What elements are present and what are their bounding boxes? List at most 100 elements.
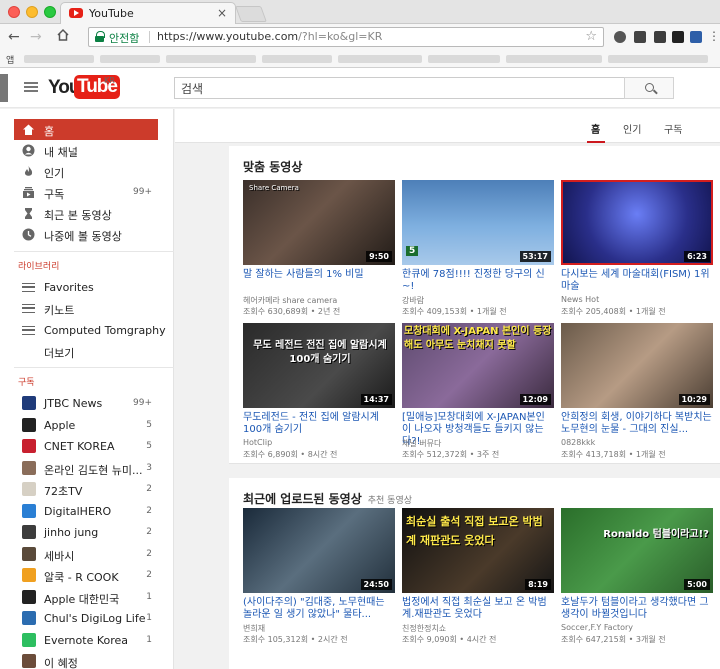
guide-subscription-item[interactable]: JTBC News 99+ — [14, 393, 158, 414]
search-button[interactable] — [624, 77, 674, 99]
video-title[interactable]: 무도레전드 - 전진 집에 알람시계 100개 숨기기 — [243, 412, 395, 436]
guide-subscription-item[interactable]: 이 혜정 — [14, 651, 158, 669]
zoom-window-button[interactable] — [44, 6, 56, 18]
new-tab-button[interactable] — [235, 6, 267, 22]
guide-item-history[interactable]: 최근 본 동영상 — [14, 203, 158, 224]
video-card[interactable]: Share Camera 9:50 말 잘하는 사람들의 1% 비밀헤어카메라 sh… — [243, 180, 395, 316]
video-title[interactable]: 말 잘하는 사람들의 1% 비밀 — [243, 269, 395, 281]
video-channel[interactable]: News Hot — [561, 295, 599, 304]
guide-subscription-item[interactable]: Apple 5 — [14, 415, 158, 436]
guide-subscription-item[interactable]: CNET KOREA 5 — [14, 436, 158, 457]
bookmark-item[interactable] — [608, 55, 708, 63]
guide-subscription-item[interactable]: Apple 대한민국 1 — [14, 587, 158, 608]
tab-close-icon[interactable]: × — [217, 6, 227, 20]
guide-subscription-item[interactable]: Evernote Korea 1 — [14, 630, 158, 651]
bookmark-item[interactable] — [506, 55, 602, 63]
video-card[interactable]: 6:23 다시보는 세계 마술대회(FISM) 1위 마술 News Hot 조회수 … — [561, 180, 713, 316]
bookmark-star-icon[interactable]: ☆ — [585, 29, 597, 44]
bookmark-item[interactable] — [262, 55, 332, 63]
video-card[interactable]: 모창대회에 X-JAPAN 본인이 등장해도 아무도 눈치채지 못할 12:09[… — [402, 323, 554, 459]
video-title[interactable]: 다시보는 세계 마술대회(FISM) 1위 마술 — [561, 269, 713, 293]
guide-separator — [14, 251, 174, 252]
subscriptions-heading[interactable]: 구독 — [18, 375, 35, 388]
home-browser-icon[interactable] — [56, 28, 70, 46]
bookmark-item[interactable] — [24, 55, 94, 63]
guide-subscription-item[interactable]: DigitalHERO 2 — [14, 501, 158, 522]
bookmark-item[interactable] — [338, 55, 422, 63]
video-thumbnail[interactable]: Share Camera 9:50 — [243, 180, 395, 265]
video-channel[interactable]: HotClip — [243, 438, 272, 447]
guide-separator — [14, 367, 174, 368]
video-channel[interactable]: 채널 버뮤다 — [402, 438, 441, 449]
back-arrow-icon[interactable]: ← — [8, 29, 20, 45]
address-bar[interactable]: 안전함 https://www.youtube.com/?hl=ko&gl=KR… — [88, 27, 604, 47]
guide-menu-icon[interactable] — [24, 82, 38, 92]
guide-subscription-item[interactable]: 온라인 김도현 뉴미... 3 — [14, 458, 158, 479]
guide-subscription-item[interactable]: 72초TV 2 — [14, 479, 158, 500]
video-duration: 5:00 — [684, 579, 710, 590]
channel-new-count: 2 — [146, 484, 152, 494]
video-card[interactable]: 10:29 안희정의 회생, 이야기하다 복받치는 노무현의 눈물 - 그대의 진… — [561, 323, 713, 459]
minimize-window-button[interactable] — [26, 6, 38, 18]
video-channel[interactable]: 헤어카메라 share camera — [243, 295, 337, 306]
browser-tab-youtube[interactable]: YouTube × — [60, 2, 236, 24]
video-channel[interactable]: 친정한정치쇼 — [402, 623, 446, 634]
tab-trending[interactable]: 인기 — [623, 121, 641, 136]
guide-item-subscriptions[interactable]: 구독 99+ — [14, 182, 158, 203]
video-title[interactable]: 법정에서 직접 최순실 보고 온 박범계.재판관도 웃었다 — [402, 597, 554, 621]
video-card[interactable]: 5 53:17 한큐에 78점!!!! 진정한 당구의 신~! 강바람 조회수 409,… — [402, 180, 554, 316]
forward-arrow-icon[interactable]: → — [30, 29, 42, 45]
video-card[interactable]: 24:50 (사이다주의) "김대중, 노무현때는 놀라운 일 생기 않았나" 물… — [243, 508, 395, 644]
video-channel[interactable]: Soccer,F.Y Factory — [561, 623, 633, 632]
shelf-title[interactable]: 맞춤 동영상 — [243, 158, 302, 175]
bookmark-extension-icon[interactable] — [690, 31, 702, 43]
bookmark-item[interactable] — [100, 55, 160, 63]
video-thumbnail[interactable]: 최순실 출석 직접 보고온 박범계 재판관도 웃었다 8:19 — [402, 508, 554, 593]
bookmark-item[interactable] — [428, 55, 500, 63]
shelf-title[interactable]: 최근에 업로드된 동영상 추천 동영상 — [243, 490, 412, 507]
shield-extension-icon[interactable] — [634, 31, 646, 43]
tools-extension-icon[interactable] — [654, 31, 666, 43]
video-card[interactable]: 최순실 출석 직접 보고온 박범계 재판관도 웃었다 8:19 법정에서 직접 최순… — [402, 508, 554, 644]
guide-subscription-item[interactable]: Chul's DigiLog Life 1 — [14, 608, 158, 629]
video-thumbnail[interactable]: 24:50 — [243, 508, 395, 593]
video-thumbnail[interactable]: 모창대회에 X-JAPAN 본인이 등장해도 아무도 눈치채지 못할 12:09 — [402, 323, 554, 408]
guide-item-trending[interactable]: 인기 — [14, 161, 158, 182]
video-title[interactable]: 한큐에 78점!!!! 진정한 당구의 신~! — [402, 269, 554, 293]
video-card[interactable]: Ronaldo 텀블이라고!? 5:00 호날두가 텀블이라고 생각했다면 그 생각… — [561, 508, 713, 644]
guide-subscription-item[interactable]: 알쿡 - R COOK 2 — [14, 565, 158, 586]
tab-subscriptions[interactable]: 구독 — [664, 121, 682, 136]
guide-playlist-ct[interactable]: Computed Tomgraphy — [14, 320, 166, 341]
channel-name: Apple 대한민국 — [44, 592, 120, 606]
feed-tabs: 홈 인기 구독 — [175, 109, 720, 143]
video-title[interactable]: 호날두가 텀블이라고 생각했다면 그 생각이 바뀔것입니다 — [561, 597, 713, 621]
tab-home[interactable]: 홈 — [591, 121, 600, 136]
video-title[interactable]: (사이다주의) "김대중, 노무현때는 놀라운 일 생기 않았나" 물타... — [243, 597, 395, 621]
close-window-button[interactable] — [8, 6, 20, 18]
video-channel[interactable]: 강바람 — [402, 295, 424, 306]
video-thumbnail[interactable]: 6:23 — [561, 180, 713, 265]
guide-item-home[interactable]: 홈 — [14, 119, 158, 140]
guide-more[interactable]: 더보기 — [14, 341, 158, 362]
guide-item-my-channel[interactable]: 내 채널 — [14, 140, 158, 161]
bookmark-item[interactable] — [166, 55, 256, 63]
evernote-extension-icon[interactable] — [672, 31, 684, 43]
video-thumbnail[interactable]: Ronaldo 텀블이라고!? 5:00 — [561, 508, 713, 593]
video-thumbnail[interactable]: 무도 레전드 전진 집에 알람시계 100개 숨기기 14:37 — [243, 323, 395, 408]
video-channel[interactable]: 변희재 — [243, 623, 265, 634]
pocket-extension-icon[interactable] — [614, 31, 626, 43]
video-thumbnail[interactable]: 5 53:17 — [402, 180, 554, 265]
browser-menu-icon[interactable]: ⋮ — [708, 29, 720, 43]
guide-playlist-favorites[interactable]: Favorites — [14, 277, 158, 298]
video-thumbnail[interactable]: 10:29 — [561, 323, 713, 408]
guide-subscription-item[interactable]: 세바시 2 — [14, 544, 158, 565]
guide-subscription-item[interactable]: jinho jung 2 — [14, 522, 158, 543]
library-heading[interactable]: 라이브러리 — [18, 259, 59, 272]
apps-shortcut[interactable]: 앱 — [6, 53, 14, 66]
guide-item-watch-later[interactable]: 나중에 볼 동영상 — [14, 224, 158, 245]
video-title[interactable]: 안희정의 회생, 이야기하다 복받치는 노무현의 눈물 - 그대의 진실... — [561, 412, 713, 436]
guide-playlist-keynote[interactable]: 키노트 — [14, 298, 158, 319]
search-input[interactable] — [175, 79, 624, 99]
video-card[interactable]: 무도 레전드 전진 집에 알람시계 100개 숨기기 14:37 무도레전드 - 전… — [243, 323, 395, 459]
video-channel[interactable]: 0828kkk — [561, 438, 595, 447]
